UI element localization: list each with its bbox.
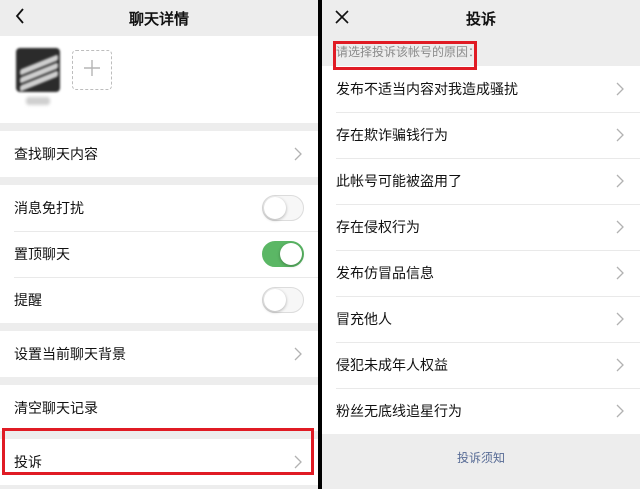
chevron-right-icon <box>616 266 626 280</box>
avatar <box>16 48 60 92</box>
row-label: 投诉 <box>14 455 42 471</box>
row-label: 查找聊天内容 <box>14 147 98 163</box>
reason-list: 发布不适当内容对我造成骚扰 存在欺诈骗钱行为 此帐号可能被盗用了 存在侵权行为 … <box>322 66 640 434</box>
chevron-right-icon <box>616 404 626 418</box>
reason-row[interactable]: 冒充他人 <box>322 296 640 342</box>
mute-toggle[interactable] <box>262 195 304 221</box>
reason-label: 存在欺诈骗钱行为 <box>336 128 448 144</box>
close-icon <box>335 9 349 28</box>
row-label: 设置当前聊天背景 <box>14 347 126 363</box>
close-button[interactable] <box>324 0 360 36</box>
reason-row[interactable]: 侵犯未成年人权益 <box>322 342 640 388</box>
chevron-right-icon <box>616 128 626 142</box>
link-text: 投诉须知 <box>456 450 505 465</box>
chevron-right-icon <box>616 358 626 372</box>
row-label: 消息免打扰 <box>14 201 84 217</box>
member-list <box>0 36 318 123</box>
page-title: 聊天详情 <box>128 9 189 28</box>
chevron-right-icon <box>616 174 626 188</box>
chevron-right-icon <box>294 347 304 361</box>
chat-details-panel: 聊天详情 查找聊天内容 消息免打扰 置顶聊天 提醒 设置当前聊天背景 清空聊天记… <box>0 0 318 489</box>
chat-details-nav-bar: 聊天详情 <box>0 0 318 36</box>
prompt-text: 请选择投诉该帐号的原因： <box>336 44 481 59</box>
reason-label: 发布不适当内容对我造成骚扰 <box>336 82 518 98</box>
reason-row[interactable]: 存在欺诈骗钱行为 <box>322 112 640 158</box>
pin-chat-row: 置顶聊天 <box>0 231 318 277</box>
chevron-right-icon <box>294 147 304 161</box>
member-name-blurred <box>26 97 50 105</box>
reason-row[interactable]: 粉丝无底线追星行为 <box>322 388 640 434</box>
reason-row[interactable]: 发布不适当内容对我造成骚扰 <box>322 66 640 112</box>
add-member-button[interactable] <box>72 50 112 90</box>
complaint-reason-prompt: 请选择投诉该帐号的原因： <box>322 36 640 66</box>
reason-label: 侵犯未成年人权益 <box>336 358 448 374</box>
member-avatar-item[interactable] <box>16 48 60 105</box>
reason-label: 粉丝无底线追星行为 <box>336 404 462 420</box>
reason-label: 发布仿冒品信息 <box>336 266 434 282</box>
reason-label: 存在侵权行为 <box>336 220 420 236</box>
reason-label: 冒充他人 <box>336 312 392 328</box>
chevron-right-icon <box>294 455 304 469</box>
complaint-nav-bar: 投诉 <box>322 0 640 36</box>
back-button[interactable] <box>2 0 38 36</box>
remind-row: 提醒 <box>0 277 318 323</box>
row-label: 清空聊天记录 <box>14 401 98 417</box>
reason-label: 此帐号可能被盗用了 <box>336 174 462 190</box>
plus-icon <box>83 59 101 81</box>
clear-chat-history-row[interactable]: 清空聊天记录 <box>0 385 318 431</box>
find-chat-content-row[interactable]: 查找聊天内容 <box>0 131 318 177</box>
reason-row[interactable]: 发布仿冒品信息 <box>322 250 640 296</box>
chevron-right-icon <box>616 220 626 234</box>
complaint-panel: 投诉 请选择投诉该帐号的原因： 发布不适当内容对我造成骚扰 存在欺诈骗钱行为 此… <box>322 0 640 489</box>
page-title: 投诉 <box>465 9 496 28</box>
chevron-right-icon <box>616 82 626 96</box>
chevron-right-icon <box>616 312 626 326</box>
remind-toggle[interactable] <box>262 287 304 313</box>
set-chat-background-row[interactable]: 设置当前聊天背景 <box>0 331 318 377</box>
complaint-guidelines-link[interactable]: 投诉须知 <box>322 434 640 480</box>
reason-row[interactable]: 此帐号可能被盗用了 <box>322 158 640 204</box>
reason-row[interactable]: 存在侵权行为 <box>322 204 640 250</box>
complain-row[interactable]: 投诉 <box>0 439 318 485</box>
pin-toggle[interactable] <box>262 241 304 267</box>
row-label: 置顶聊天 <box>14 247 70 263</box>
row-label: 提醒 <box>14 293 42 309</box>
mute-notifications-row: 消息免打扰 <box>0 185 318 231</box>
chevron-left-icon <box>14 7 26 29</box>
